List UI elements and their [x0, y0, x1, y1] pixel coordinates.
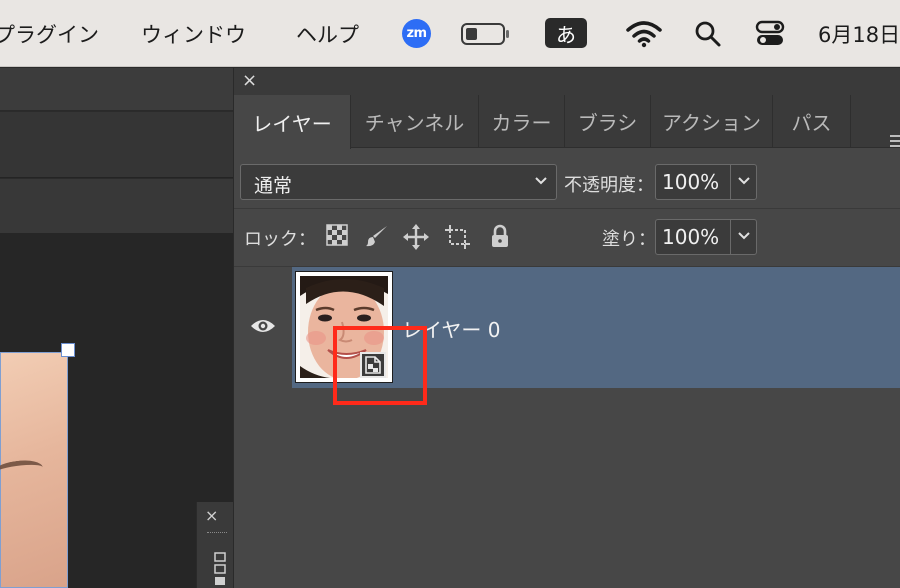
- control-center-icon[interactable]: [755, 20, 785, 48]
- blend-mode-value: 通常: [254, 175, 293, 197]
- menu-help[interactable]: ヘルプ: [296, 19, 359, 49]
- search-icon[interactable]: [694, 20, 722, 48]
- fill-field[interactable]: 100%: [655, 219, 757, 255]
- field-divider: [730, 165, 731, 199]
- tab-brushes[interactable]: ブラシ: [565, 95, 651, 148]
- menu-bar: プラグイン ウィンドウ ヘルプ zm あ 6月18日: [0, 0, 900, 67]
- wifi-icon[interactable]: [626, 20, 662, 48]
- lock-move-icon[interactable]: [403, 224, 429, 250]
- menu-clock[interactable]: 6月18日: [818, 19, 900, 49]
- panel-close-button[interactable]: ×: [242, 71, 257, 91]
- lock-label: ロック：: [244, 229, 316, 250]
- tab-actions[interactable]: アクション: [651, 95, 773, 148]
- opacity-value: 100%: [662, 170, 720, 194]
- tab-paths[interactable]: パス: [773, 95, 851, 148]
- lock-brush-icon[interactable]: [365, 224, 389, 248]
- menu-window[interactable]: ウィンドウ: [141, 19, 246, 49]
- chevron-down-icon[interactable]: [737, 176, 751, 186]
- ruler-bar: [0, 179, 233, 233]
- blend-mode-select[interactable]: 通常: [240, 164, 557, 200]
- tab-channels[interactable]: チャンネル: [351, 95, 479, 148]
- document-tab-bar: [0, 112, 233, 178]
- lock-fill-row: ロック： 塗り： 100%: [234, 209, 900, 265]
- panel-tabs: レイヤー チャンネル カラー ブラシ アクション パス: [234, 95, 900, 149]
- eyebrow-detail: [0, 457, 45, 485]
- lock-artboard-icon[interactable]: [445, 224, 471, 250]
- collapsed-panel: ×: [196, 502, 233, 588]
- chevron-down-icon: [535, 177, 547, 185]
- annotation-highlight-box: [333, 326, 427, 405]
- eye-icon[interactable]: [250, 317, 276, 335]
- tab-layers[interactable]: レイヤー: [234, 95, 351, 149]
- battery-icon[interactable]: [461, 22, 511, 46]
- fill-label: 塗り：: [602, 229, 656, 250]
- panel-title-strip: ×: [234, 68, 900, 95]
- menu-plugins[interactable]: プラグイン: [0, 19, 99, 49]
- zoom-app-icon[interactable]: zm: [402, 19, 431, 48]
- field-divider: [730, 220, 731, 254]
- mini-panel-close-button[interactable]: ×: [205, 506, 218, 525]
- lock-transparent-icon[interactable]: [326, 224, 348, 246]
- opacity-label: 不透明度：: [564, 175, 654, 196]
- lock-all-icon[interactable]: [489, 224, 511, 248]
- tab-color[interactable]: カラー: [479, 95, 565, 148]
- input-method-indicator[interactable]: あ: [545, 18, 587, 48]
- chevron-down-icon[interactable]: [737, 231, 751, 241]
- blend-opacity-row: 通常 不透明度： 100%: [234, 148, 900, 208]
- panel-grip[interactable]: [207, 532, 227, 536]
- panel-stack-icon[interactable]: [214, 552, 226, 586]
- transform-handle[interactable]: [61, 343, 75, 357]
- options-bar: [0, 68, 233, 111]
- opacity-field[interactable]: 100%: [655, 164, 757, 200]
- canvas-image[interactable]: [0, 352, 68, 588]
- fill-value: 100%: [662, 225, 720, 249]
